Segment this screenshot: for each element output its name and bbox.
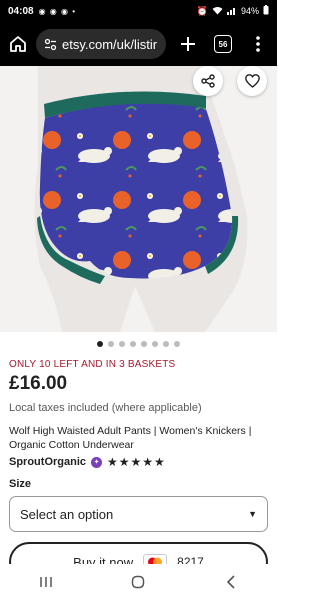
browser-menu-button[interactable] bbox=[246, 32, 270, 56]
size-select-value: Select an option bbox=[20, 506, 114, 522]
status-right: ⏰ 94% bbox=[197, 5, 269, 17]
back-chevron-icon bbox=[226, 575, 235, 589]
caret-down-icon: ▼ bbox=[248, 509, 257, 519]
recent-apps-button[interactable] bbox=[31, 567, 61, 597]
battery-icon bbox=[263, 5, 269, 17]
new-tab-button[interactable] bbox=[176, 32, 200, 56]
rating-stars[interactable]: ★★★★★ bbox=[107, 455, 166, 469]
product-title: Wolf High Waisted Adult Pants | Women's … bbox=[9, 425, 252, 451]
home-circle-icon bbox=[132, 575, 145, 589]
product-price: £16.00 bbox=[9, 373, 68, 394]
url-text: etsy.com/uk/listir bbox=[62, 36, 158, 52]
share-icon bbox=[201, 74, 215, 88]
home-button[interactable] bbox=[6, 32, 30, 56]
carousel-dot[interactable] bbox=[119, 341, 125, 347]
address-bar[interactable]: etsy.com/uk/listir bbox=[36, 29, 166, 59]
carousel-dot[interactable] bbox=[97, 341, 103, 347]
product-photo bbox=[34, 66, 248, 332]
system-nav-bar bbox=[0, 564, 277, 600]
tax-note: Local taxes included (where applicable) bbox=[9, 402, 202, 414]
carousel-dot[interactable] bbox=[174, 341, 180, 347]
alarm-icon: ⏰ bbox=[196, 5, 208, 16]
heart-icon bbox=[244, 74, 260, 88]
home-icon bbox=[10, 36, 26, 52]
back-button[interactable] bbox=[216, 567, 246, 597]
size-label: Size bbox=[9, 478, 32, 490]
share-button[interactable] bbox=[193, 66, 223, 96]
status-time: 04:08 bbox=[8, 5, 34, 17]
plus-icon bbox=[181, 37, 195, 51]
stock-notice: ONLY 10 LEFT AND IN 3 BASKETS bbox=[9, 359, 176, 370]
battery-level: 94% bbox=[240, 6, 259, 16]
recent-apps-icon bbox=[40, 577, 52, 587]
signal-icon bbox=[226, 6, 237, 17]
carousel-dot[interactable] bbox=[130, 341, 136, 347]
favorite-button[interactable] bbox=[237, 66, 267, 96]
star-seller-badge-icon: ✦ bbox=[91, 456, 103, 468]
tab-switcher-button[interactable]: 56 bbox=[214, 35, 232, 53]
carousel-dot[interactable] bbox=[108, 341, 114, 347]
product-image[interactable] bbox=[0, 66, 277, 332]
home-nav-button[interactable] bbox=[123, 567, 153, 597]
wifi-icon bbox=[212, 6, 223, 17]
shop-info: SproutOrganic ✦ ★★★★★ bbox=[9, 455, 166, 469]
carousel-dot[interactable] bbox=[163, 341, 169, 347]
site-settings-icon[interactable] bbox=[44, 38, 57, 51]
more-vert-icon bbox=[256, 36, 260, 52]
image-carousel-indicator[interactable] bbox=[0, 341, 277, 347]
shop-name-link[interactable]: SproutOrganic bbox=[9, 456, 86, 468]
status-bar: 04:08 ◉ ◉ ◉ • ⏰ 94% bbox=[0, 0, 277, 22]
carousel-dot[interactable] bbox=[141, 341, 147, 347]
size-select[interactable]: Select an option ▼ bbox=[9, 496, 268, 532]
carousel-dot[interactable] bbox=[152, 341, 158, 347]
browser-toolbar: etsy.com/uk/listir 56 bbox=[0, 22, 277, 66]
notification-icons: ◉ ◉ ◉ • bbox=[38, 6, 76, 16]
